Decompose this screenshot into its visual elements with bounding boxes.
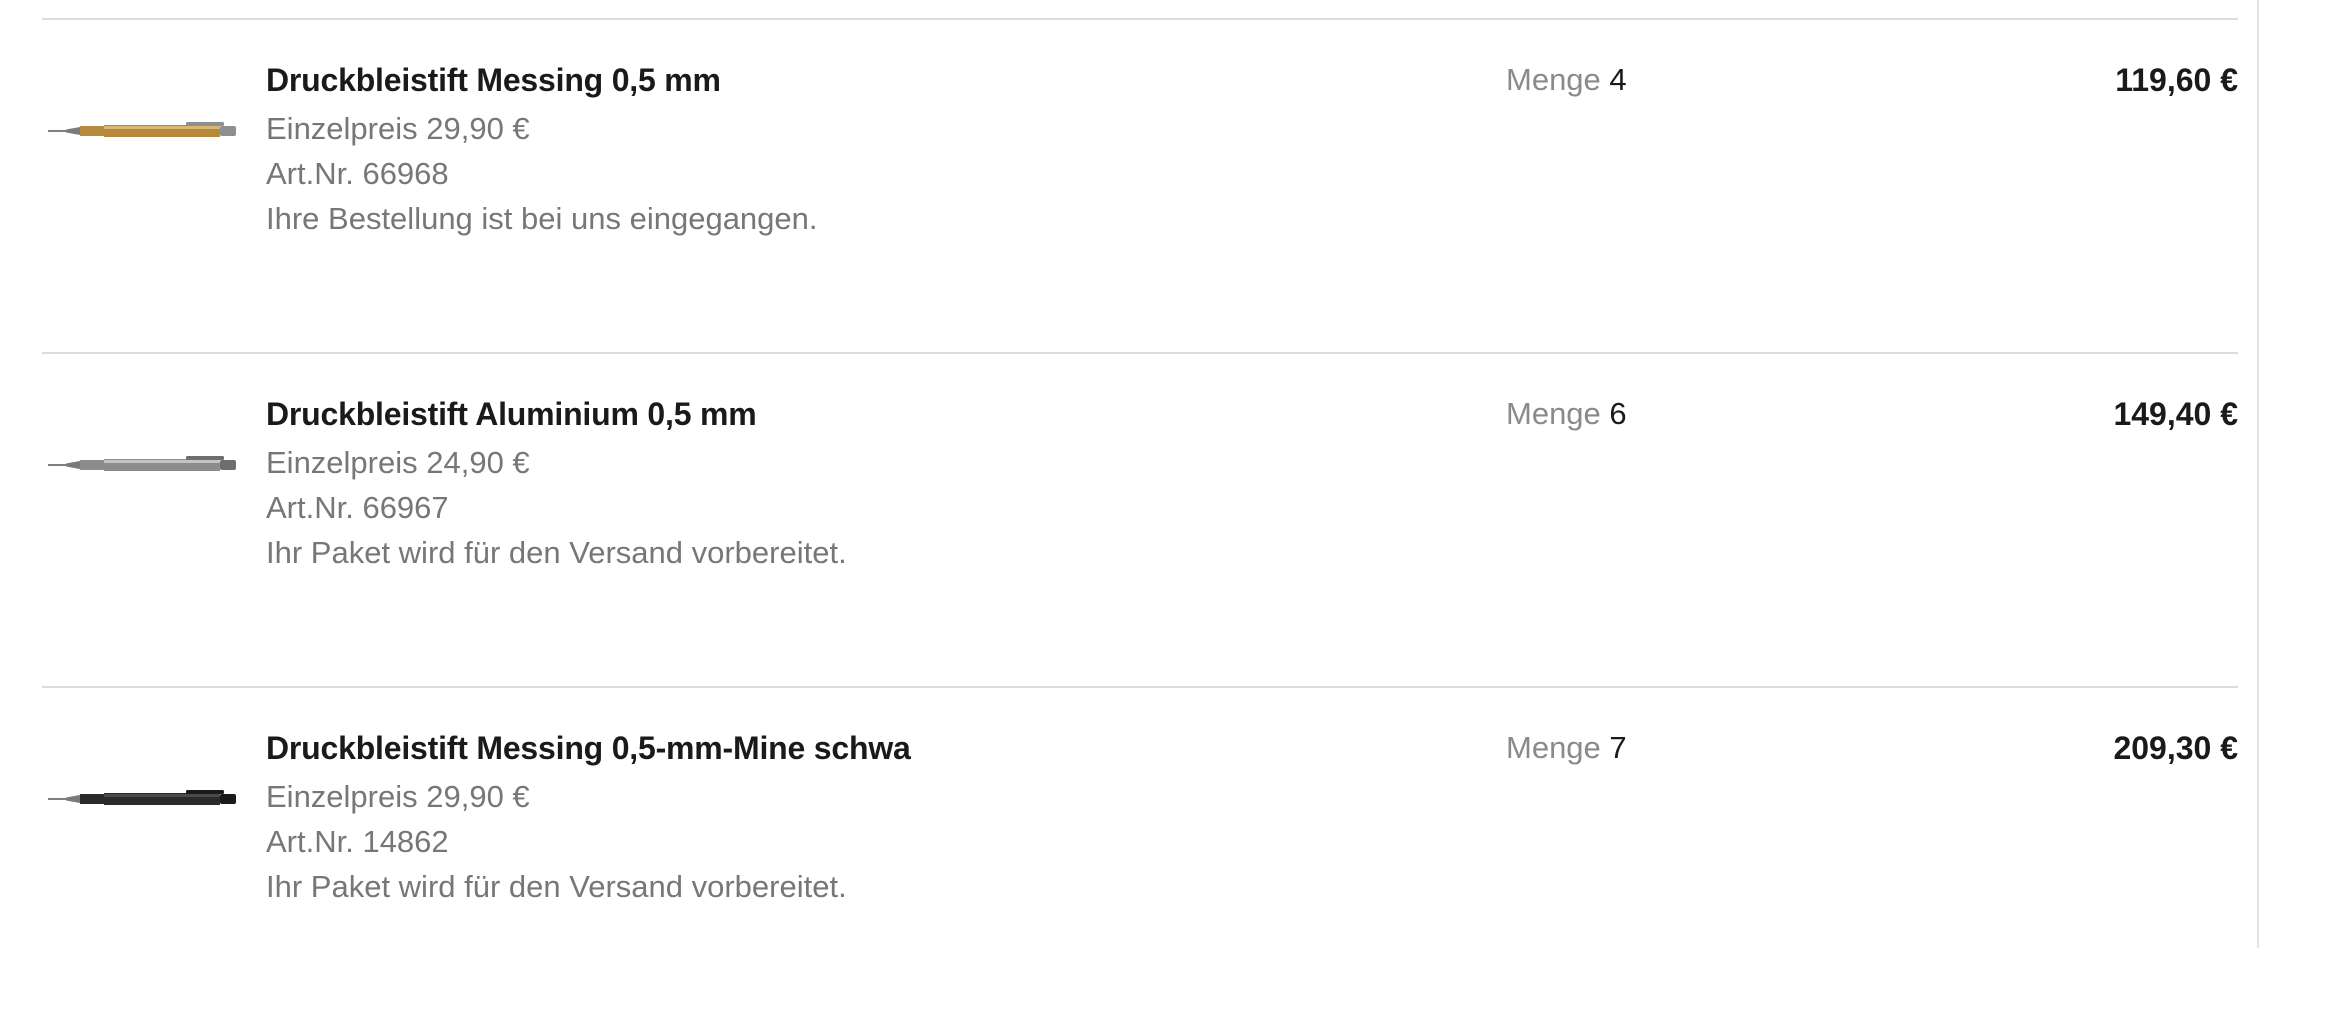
item-info: Druckbleistift Messing 0,5 mm Einzelprei… bbox=[266, 60, 818, 241]
article-number: Art.Nr. 66967 bbox=[266, 490, 449, 525]
product-name[interactable]: Druckbleistift Messing 0,5-mm-Mine schwa bbox=[266, 728, 911, 768]
order-status: Ihr Paket wird für den Versand vorbereit… bbox=[266, 535, 847, 570]
quantity-value: 7 bbox=[1609, 730, 1627, 765]
item-info: Druckbleistift Aluminium 0,5 mm Einzelpr… bbox=[266, 394, 847, 575]
order-status: Ihre Bestellung ist bei uns eingegangen. bbox=[266, 201, 818, 236]
product-name[interactable]: Druckbleistift Aluminium 0,5 mm bbox=[266, 394, 847, 434]
quantity-value: 4 bbox=[1609, 62, 1627, 97]
order-item: Druckbleistift Messing 0,5-mm-Mine schwa… bbox=[42, 686, 2238, 1020]
pencil-brass-icon[interactable] bbox=[46, 76, 242, 186]
order-items-list: Druckbleistift Messing 0,5 mm Einzelprei… bbox=[42, 18, 2238, 1020]
quantity-label: Menge bbox=[1506, 396, 1601, 431]
quantity-value: 6 bbox=[1609, 396, 1627, 431]
unit-price: Einzelpreis 29,90 € bbox=[266, 779, 530, 814]
quantity: Menge 7 bbox=[1506, 728, 1627, 768]
unit-price: Einzelpreis 29,90 € bbox=[266, 111, 530, 146]
article-number: Art.Nr. 14862 bbox=[266, 824, 449, 859]
quantity-label: Menge bbox=[1506, 730, 1601, 765]
order-item: Druckbleistift Aluminium 0,5 mm Einzelpr… bbox=[42, 352, 2238, 686]
order-item: Druckbleistift Messing 0,5 mm Einzelprei… bbox=[42, 18, 2238, 352]
line-total: 209,30 € bbox=[2113, 730, 2238, 766]
pencil-black-icon[interactable] bbox=[46, 744, 242, 854]
pencil-aluminium-icon[interactable] bbox=[46, 410, 242, 520]
order-panel: Druckbleistift Messing 0,5 mm Einzelprei… bbox=[0, 0, 2259, 948]
order-status: Ihr Paket wird für den Versand vorbereit… bbox=[266, 869, 847, 904]
line-total: 149,40 € bbox=[2113, 396, 2238, 432]
quantity: Menge 6 bbox=[1506, 394, 1627, 434]
quantity-label: Menge bbox=[1506, 62, 1601, 97]
item-info: Druckbleistift Messing 0,5-mm-Mine schwa… bbox=[266, 728, 911, 909]
product-name[interactable]: Druckbleistift Messing 0,5 mm bbox=[266, 60, 818, 100]
line-total: 119,60 € bbox=[2115, 62, 2238, 98]
quantity: Menge 4 bbox=[1506, 60, 1627, 100]
article-number: Art.Nr. 66968 bbox=[266, 156, 449, 191]
unit-price: Einzelpreis 24,90 € bbox=[266, 445, 530, 480]
